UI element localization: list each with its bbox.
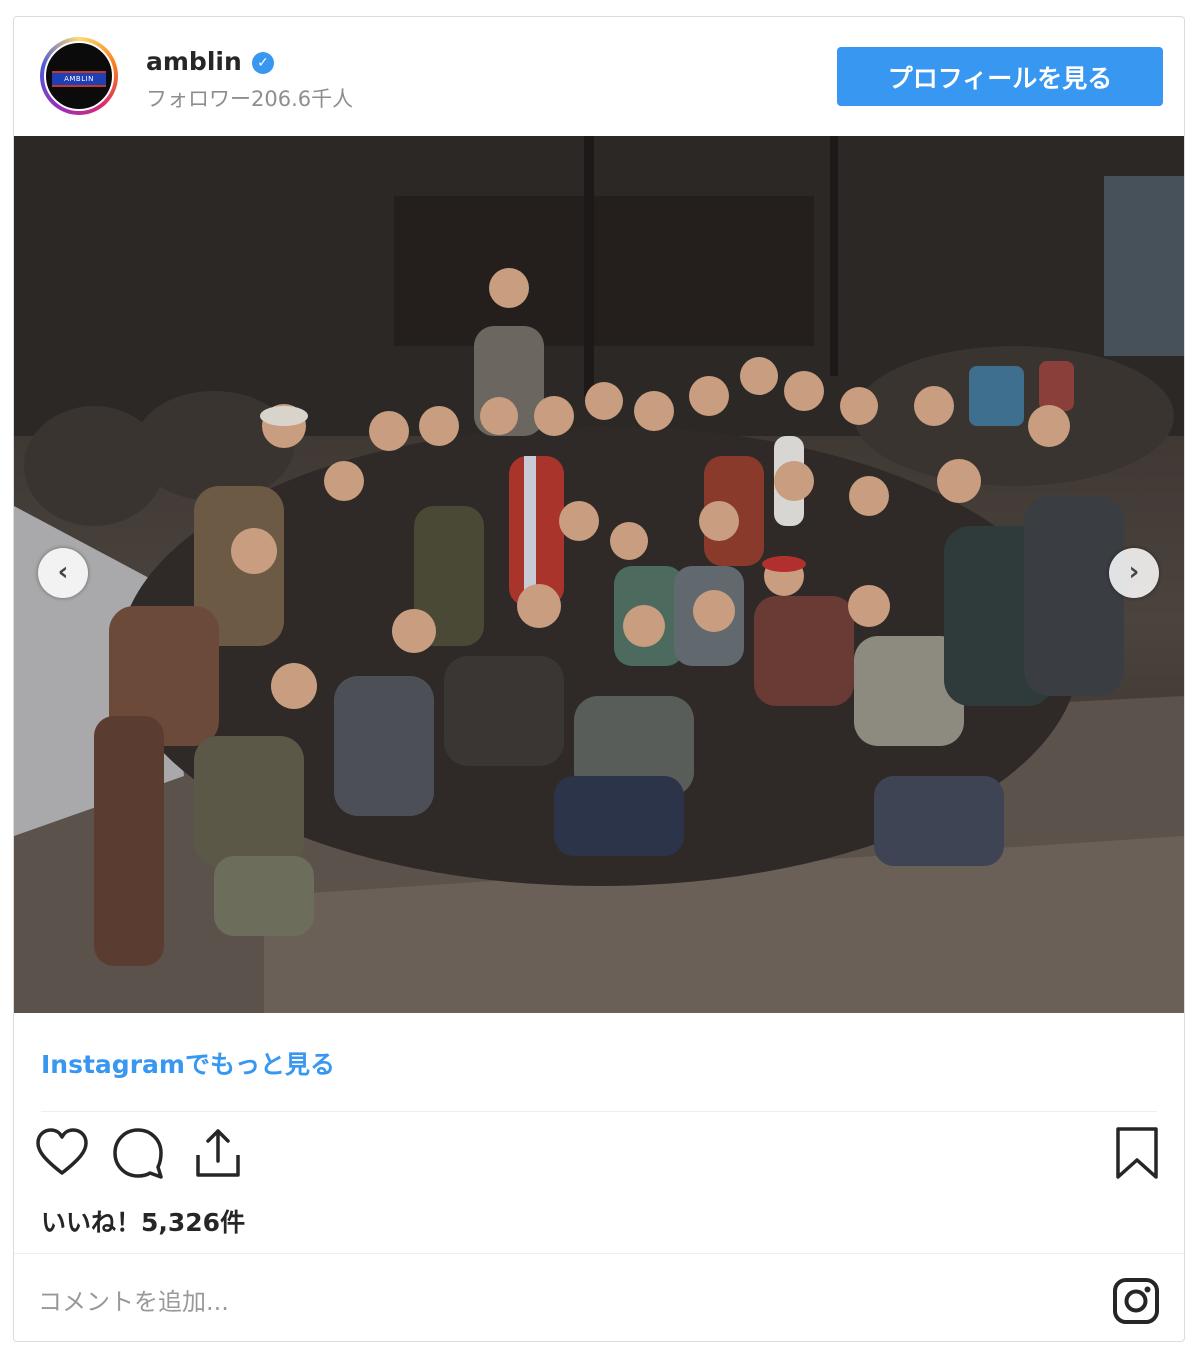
- avatar-image: AMBLIN: [44, 41, 114, 111]
- carousel-prev-button[interactable]: ‹: [38, 548, 88, 598]
- verified-badge-icon: ✓: [252, 52, 274, 74]
- post-photo[interactable]: ‹ ›: [14, 136, 1184, 1013]
- follower-count: フォロワー206.6千人: [146, 87, 354, 111]
- divider: [41, 1111, 1157, 1112]
- like-count: いいね！5,326件: [41, 1208, 246, 1237]
- instagram-embed-card: AMBLIN amblin ✓ フォロワー206.6千人 プロフィールを見る ‹…: [13, 16, 1185, 1342]
- group-photo-illustration: [14, 136, 1184, 1013]
- bookmark-icon[interactable]: [1112, 1125, 1162, 1181]
- carousel-next-button[interactable]: ›: [1109, 548, 1159, 598]
- view-more-on-instagram-link[interactable]: Instagramでもっと見る: [41, 1045, 335, 1081]
- post-header: AMBLIN amblin ✓ フォロワー206.6千人 プロフィールを見る: [14, 17, 1184, 135]
- comment-input[interactable]: [38, 1279, 938, 1325]
- avatar[interactable]: AMBLIN: [40, 37, 118, 115]
- share-icon[interactable]: [190, 1125, 246, 1181]
- view-profile-button[interactable]: プロフィールを見る: [837, 47, 1163, 106]
- comment-icon[interactable]: [110, 1125, 166, 1181]
- avatar-logo-text: AMBLIN: [52, 71, 106, 87]
- action-bar: [14, 1125, 1184, 1185]
- heart-icon[interactable]: [34, 1125, 90, 1181]
- instagram-logo-icon[interactable]: [1112, 1277, 1160, 1325]
- divider: [14, 1253, 1184, 1254]
- username[interactable]: amblin: [146, 47, 242, 76]
